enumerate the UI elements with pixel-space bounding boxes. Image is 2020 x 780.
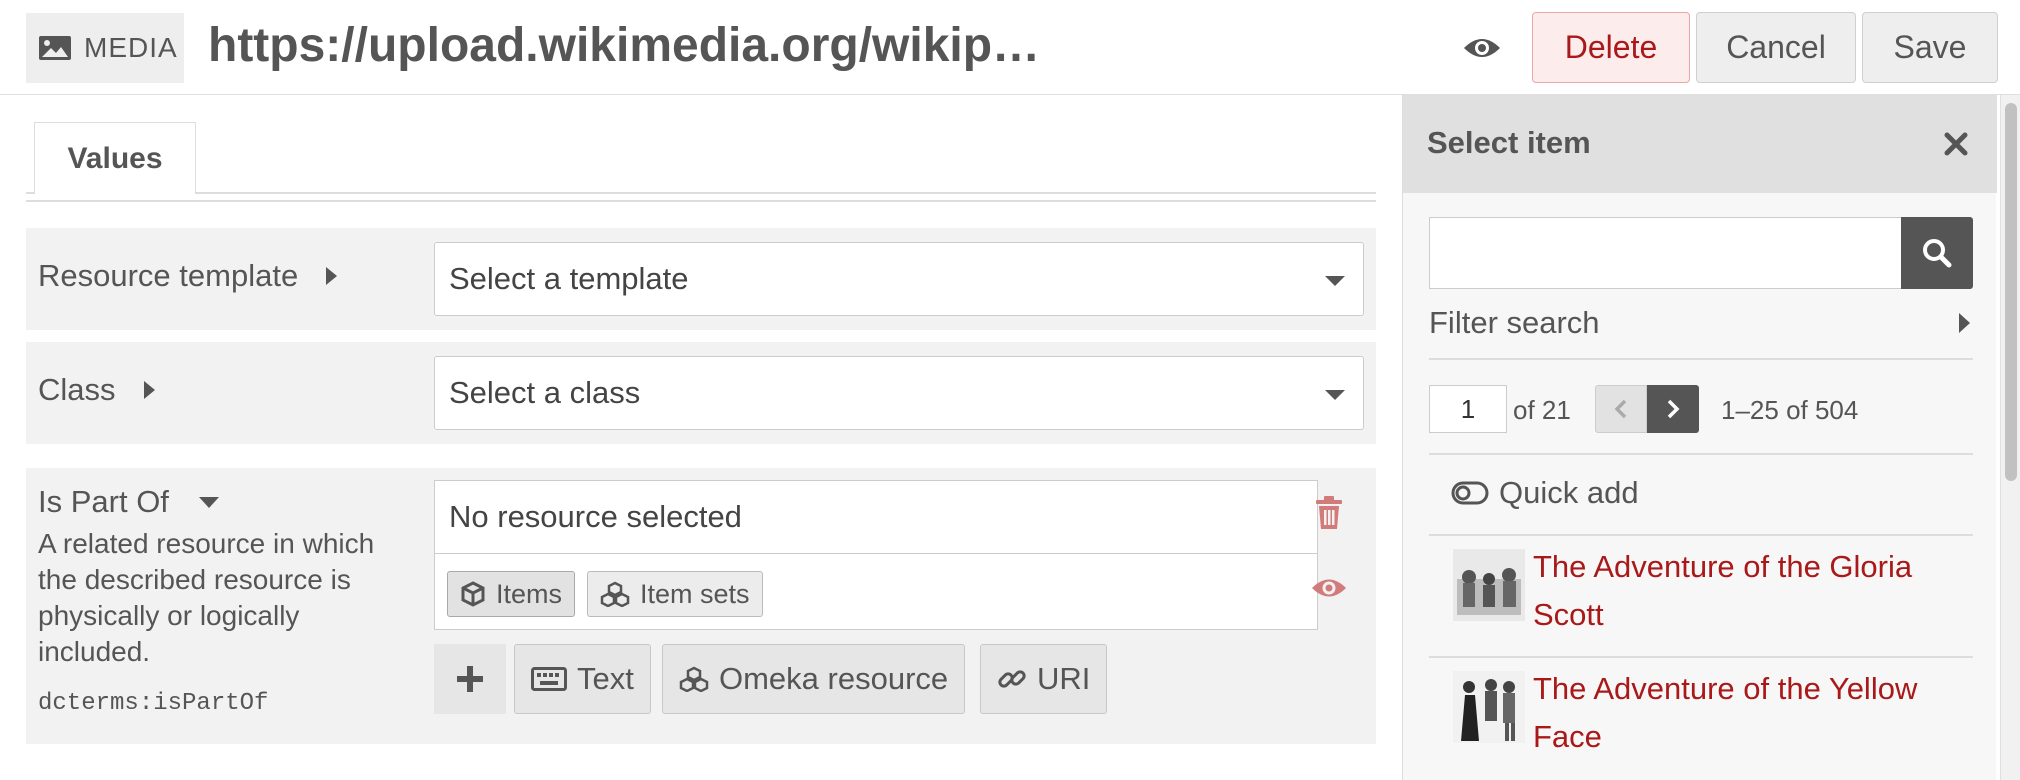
add-uri-button[interactable]: URI [980, 644, 1108, 714]
chevron-down-icon [1325, 390, 1345, 400]
thumbnail-image [1453, 671, 1525, 743]
cubes-icon [600, 581, 630, 607]
page-number-input[interactable]: 1 [1429, 385, 1507, 433]
class-label[interactable]: Class [38, 372, 155, 408]
cancel-button[interactable]: Cancel [1696, 12, 1856, 83]
list-item[interactable]: The Adventure of the Gloria Scott [1429, 535, 1973, 655]
select-items-button[interactable]: Items [447, 571, 576, 617]
collapse-triangle-icon[interactable] [198, 496, 219, 508]
select-item-sidebar: Select item Filter search 1 of 21 1–25 o… [1402, 95, 1997, 780]
eye-icon[interactable] [1310, 574, 1348, 602]
cube-icon [461, 581, 485, 607]
add-text-value-button[interactable]: Text [514, 644, 651, 714]
resource-value-box: No resource selected Items Item sets [434, 480, 1318, 630]
page-title: https://upload.wikimedia.org/wikip… [208, 19, 1041, 72]
resource-template-label[interactable]: Resource template [38, 258, 338, 294]
sidebar-title: Select item [1427, 125, 1591, 160]
add-omeka-resource-button[interactable]: Omeka resource [662, 644, 966, 714]
sidebar-header: Select item [1403, 95, 1997, 193]
class-select[interactable]: Select a class [434, 356, 1364, 430]
divider [1429, 358, 1973, 360]
toggle-icon [1451, 481, 1489, 505]
search-icon [1923, 239, 1952, 268]
trash-icon[interactable] [1314, 496, 1344, 530]
filter-search-toggle[interactable]: Filter search [1429, 305, 1600, 341]
tab-values[interactable]: Values [34, 122, 196, 194]
media-badge-label: MEDIA [84, 32, 178, 63]
select-item-sets-button[interactable]: Item sets [587, 571, 763, 617]
expand-triangle-icon[interactable] [326, 267, 338, 285]
chevron-right-icon [1667, 399, 1680, 419]
resource-template-select[interactable]: Select a template [434, 242, 1364, 316]
no-resource-text: No resource selected [449, 499, 742, 534]
media-badge: MEDIA [26, 13, 184, 83]
page-header: MEDIA https://upload.wikimedia.org/wikip… [0, 0, 2020, 95]
previous-page-button[interactable] [1595, 385, 1647, 433]
thumbnail-image [1453, 549, 1525, 621]
resource-template-row: Resource template Select a template [26, 228, 1376, 330]
add-value-button[interactable] [434, 644, 506, 714]
next-page-button[interactable] [1647, 385, 1699, 433]
sidebar-scrollbar[interactable] [2000, 95, 2020, 780]
divider [435, 553, 1317, 554]
quick-add-toggle[interactable]: Quick add [1451, 475, 1639, 511]
save-button[interactable]: Save [1862, 12, 1998, 83]
result-title-link[interactable]: The Adventure of the Gloria Scott [1533, 543, 1963, 639]
link-icon [998, 670, 1026, 688]
cubes-icon [679, 666, 709, 692]
expand-triangle-icon[interactable] [1959, 313, 1970, 333]
property-description: A related resource in which the describe… [38, 528, 375, 667]
class-row: Class Select a class [26, 342, 1376, 444]
page-count: of 21 [1513, 395, 1571, 425]
is-part-of-row: Is Part Of A related resource in which t… [26, 468, 1376, 744]
list-item[interactable]: The Adventure of the Yellow Face [1429, 657, 1973, 777]
tab-divider-lower [26, 200, 1376, 202]
property-term: dcterms:isPartOf [38, 690, 269, 717]
result-range: 1–25 of 504 [1721, 395, 1859, 425]
tab-divider [26, 192, 1376, 194]
close-icon[interactable] [1943, 131, 1969, 157]
chevron-left-icon [1614, 399, 1627, 419]
result-title-link[interactable]: The Adventure of the Yellow Face [1533, 665, 1963, 761]
delete-button[interactable]: Delete [1532, 12, 1690, 83]
chevron-down-icon [1325, 276, 1345, 286]
expand-triangle-icon[interactable] [143, 381, 155, 399]
scrollbar-thumb[interactable] [2005, 103, 2017, 481]
is-part-of-label[interactable]: Is Part Of [38, 484, 219, 520]
divider [1429, 453, 1973, 455]
search-button[interactable] [1901, 217, 1973, 289]
search-input[interactable] [1429, 217, 1903, 289]
keyboard-icon [531, 667, 567, 691]
image-icon [39, 36, 71, 60]
eye-icon[interactable] [1462, 33, 1502, 63]
